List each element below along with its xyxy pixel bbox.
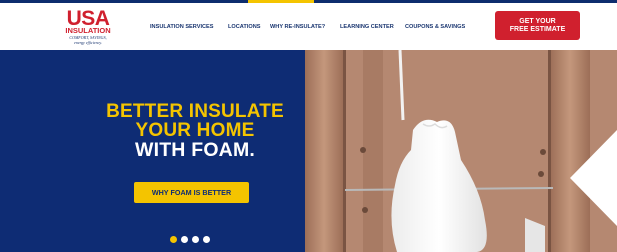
nav-insulation-services[interactable]: INSULATION SERVICES — [150, 24, 214, 30]
nav-learning-center[interactable]: LEARNING CENTER — [340, 24, 394, 30]
slide-dot-3[interactable] — [192, 236, 199, 243]
usa-insulation-logo[interactable]: USA INSULATION COMFORT, SAVINGS, energy … — [56, 8, 120, 49]
slide-dot-4[interactable] — [203, 236, 210, 243]
slide-dot-1[interactable] — [170, 236, 177, 243]
cta-line1: GET YOUR — [519, 18, 556, 25]
logo-tagline: COMFORT, SAVINGS, energy efficiency. — [56, 35, 120, 45]
nav-why-re-insulate[interactable]: WHY RE-INSULATE? — [270, 24, 325, 30]
slide-dot-2[interactable] — [181, 236, 188, 243]
logo-tagline-line2: energy efficiency. — [74, 39, 102, 45]
why-foam-button[interactable]: WHY FOAM IS BETTER — [134, 182, 249, 203]
hero-headline-line1: BETTER INSULATE — [106, 101, 284, 122]
hero-image — [305, 50, 617, 252]
site-header: USA INSULATION COMFORT, SAVINGS, energy … — [0, 3, 617, 50]
hero-headline-line2: YOUR HOME — [135, 120, 255, 141]
nav-locations[interactable]: LOCATIONS — [228, 24, 261, 30]
hero-banner: BETTER INSULATE YOUR HOME WITH FOAM. WHY… — [0, 50, 617, 252]
cta-line2: FREE ESTIMATE — [509, 26, 566, 33]
free-estimate-button[interactable]: GET YOUR FREE ESTIMATE — [495, 11, 580, 40]
insulated-wall-illustration — [305, 50, 617, 252]
logo-subtitle: INSULATION — [65, 26, 111, 35]
hero-headline-line3: WITH FOAM. — [134, 139, 256, 161]
nav-coupons-savings[interactable]: COUPONS & SAVINGS — [405, 24, 465, 30]
